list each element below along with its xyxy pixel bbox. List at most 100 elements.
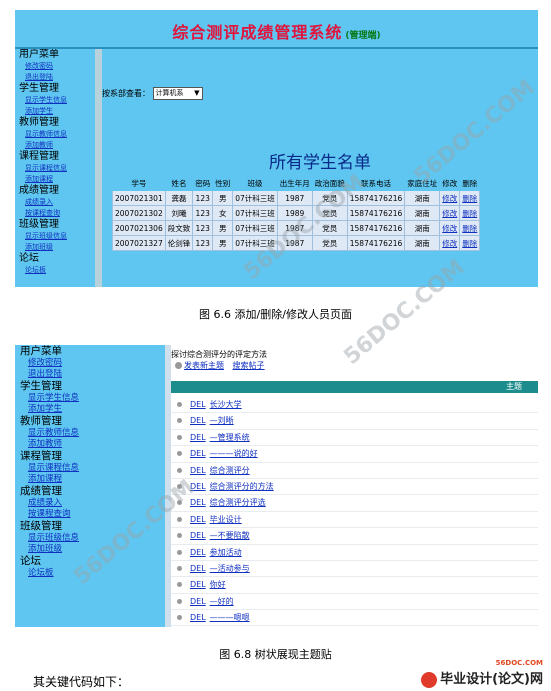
sidebar-link[interactable]: 退出登陆 <box>15 72 95 83</box>
topic-title-link[interactable]: 长沙大学 <box>210 400 242 409</box>
sidebar-link[interactable]: 论坛板 <box>15 265 95 276</box>
sidebar-link[interactable]: 添加学生 <box>15 106 95 117</box>
topic-title-link[interactable]: —刘晰 <box>210 416 234 425</box>
topic-row: DEL ———说的好 <box>171 446 538 463</box>
table-cell: 党员 <box>311 190 348 206</box>
delete-topic-link[interactable]: DEL <box>190 548 206 557</box>
sidebar-link[interactable]: 添加学生 <box>15 404 165 415</box>
sidebar-section-heading: 教师管理 <box>19 117 59 128</box>
table-row: 2007021302 刘曦 123 女 07计科三班 1989 党员 15874176216 湖… <box>112 205 481 221</box>
sidebar-link[interactable]: 退出登陆 <box>15 369 165 380</box>
delete-topic-link[interactable]: DEL <box>190 580 206 589</box>
sidebar-link[interactable]: 显示班级信息 <box>15 231 95 242</box>
delete-topic-link[interactable]: DEL <box>190 597 206 606</box>
sidebar-link[interactable]: 修改密码 <box>15 61 95 72</box>
logo-name-text: 毕业设计(论文)网 <box>440 672 543 687</box>
department-filter: 按系部查看： 计算机系 ▼ <box>102 87 203 100</box>
topic-title-link[interactable]: —不要陷散 <box>210 531 250 540</box>
edit-link[interactable]: 修改 <box>439 205 461 221</box>
table-cell: 15874176216 <box>346 190 406 206</box>
sidebar-link[interactable]: 显示教师信息 <box>15 129 95 140</box>
delete-link[interactable]: 删除 <box>459 220 481 236</box>
topic-row: DEL 毕业设计 <box>171 512 538 529</box>
sidebar-section-heading: 学生管理 <box>19 83 59 94</box>
delete-link[interactable]: 删除 <box>459 190 481 206</box>
topic-row: DEL 参加活动 <box>171 545 538 561</box>
sidebar-link[interactable]: 添加课程 <box>15 174 95 185</box>
sidebar-link[interactable]: 添加教师 <box>15 439 165 450</box>
delete-topic-link[interactable]: DEL <box>190 482 206 491</box>
sidebar-link[interactable]: 显示课程信息 <box>15 163 95 174</box>
delete-topic-link[interactable]: DEL <box>190 416 206 425</box>
delete-topic-link[interactable]: DEL <box>190 400 206 409</box>
delete-topic-link[interactable]: DEL <box>190 515 206 524</box>
edit-link[interactable]: 修改 <box>439 190 461 206</box>
delete-topic-link[interactable]: DEL <box>190 498 206 507</box>
sidebar-link[interactable]: 显示教师信息 <box>15 428 165 439</box>
delete-topic-link[interactable]: DEL <box>190 433 206 442</box>
delete-link[interactable]: 删除 <box>459 235 481 251</box>
topic-title-link[interactable]: —管理系统 <box>210 433 250 442</box>
main-content: 按系部查看： 计算机系 ▼ 所有学生名单 学号 姓名 密码 性别 班级 出生年月 政治面貌 联系… <box>102 49 538 287</box>
sidebar-link[interactable]: 修改密码 <box>15 358 165 369</box>
sidebar-link[interactable]: 成绩录入 <box>15 197 95 208</box>
post-icon <box>175 362 182 369</box>
sidebar-link[interactable]: 添加教师 <box>15 140 95 151</box>
department-select[interactable]: 计算机系 ▼ <box>152 87 203 100</box>
topic-title-link[interactable]: 综合测评分的方法 <box>210 482 274 491</box>
sidebar-link[interactable]: 显示班级信息 <box>15 533 165 544</box>
sidebar-link[interactable]: 添加班级 <box>15 242 95 253</box>
topic-title-link[interactable]: 毕业设计 <box>210 515 242 524</box>
student-list-title: 所有学生名单 <box>269 153 371 173</box>
sidebar-link[interactable]: 显示学生信息 <box>15 393 165 404</box>
sidebar-link[interactable]: 按课程查询 <box>15 509 165 520</box>
new-topic-link[interactable]: 发表新主题 <box>184 361 224 370</box>
table-cell: 123 <box>192 220 214 236</box>
sidebar-section-heading: 课程管理 <box>20 450 62 462</box>
sidebar-section-heading: 论坛 <box>20 555 41 567</box>
sidebar-link[interactable]: 显示课程信息 <box>15 463 165 474</box>
topic-title-link[interactable]: ———嗯嗯 <box>210 613 250 622</box>
delete-topic-link[interactable]: DEL <box>190 531 206 540</box>
sidebar-link[interactable]: 成绩录入 <box>15 498 165 509</box>
topic-title-link[interactable]: 综合测评分评选 <box>210 498 266 507</box>
topic-title-link[interactable]: 参加活动 <box>210 548 242 557</box>
system-header: 综合测评成绩管理系统 (管理端) <box>15 10 538 49</box>
topic-title-link[interactable]: ———说的好 <box>210 449 258 458</box>
sidebar-section-heading: 班级管理 <box>19 219 59 230</box>
table-cell: 1987 <box>276 190 313 206</box>
bullet-icon <box>177 565 182 571</box>
filter-label: 按系部查看： <box>102 89 150 98</box>
delete-link[interactable]: 删除 <box>459 205 481 221</box>
edit-link[interactable]: 修改 <box>439 235 461 251</box>
table-cell: 07计科三班 <box>232 190 278 206</box>
bullet-icon <box>177 451 182 457</box>
sidebar-section-heading: 班级管理 <box>20 520 62 532</box>
column-header: 删除 <box>459 175 481 191</box>
table-cell: 1987 <box>276 235 313 251</box>
sidebar-link[interactable]: 显示学生信息 <box>15 95 95 106</box>
bullet-icon <box>177 549 182 555</box>
bullet-icon <box>177 483 182 489</box>
delete-topic-link[interactable]: DEL <box>190 613 206 622</box>
sidebar-link[interactable]: 按课程查询 <box>15 208 95 219</box>
topic-row: DEL 长沙大学 <box>171 397 538 414</box>
topic-title-link[interactable]: —好的 <box>210 597 234 606</box>
sidebar-link[interactable]: 添加班级 <box>15 544 165 555</box>
table-cell: 刘曦 <box>164 205 194 221</box>
edit-link[interactable]: 修改 <box>439 220 461 236</box>
sidebar-link[interactable]: 论坛板 <box>15 568 165 579</box>
delete-topic-link[interactable]: DEL <box>190 564 206 573</box>
table-cell: 湖南 <box>404 205 441 221</box>
delete-topic-link[interactable]: DEL <box>190 449 206 458</box>
topic-tree: DEL 长沙大学 DEL —刘晰 DEL —管理系统 DEL ———说的好 DEL 综合测评分 DE… <box>171 397 538 627</box>
sidebar-scrollbar[interactable] <box>95 49 102 287</box>
topic-title-link[interactable]: —活动参与 <box>210 564 250 573</box>
topic-title-link[interactable]: 综合测评分 <box>210 466 250 475</box>
topic-row: DEL —活动参与 <box>171 561 538 578</box>
delete-topic-link[interactable]: DEL <box>190 466 206 475</box>
sidebar-link[interactable]: 添加课程 <box>15 474 165 485</box>
table-cell: 男 <box>212 235 234 251</box>
topic-title-link[interactable]: 你好 <box>210 580 226 589</box>
search-posts-link[interactable]: 搜索帖子 <box>233 361 265 370</box>
